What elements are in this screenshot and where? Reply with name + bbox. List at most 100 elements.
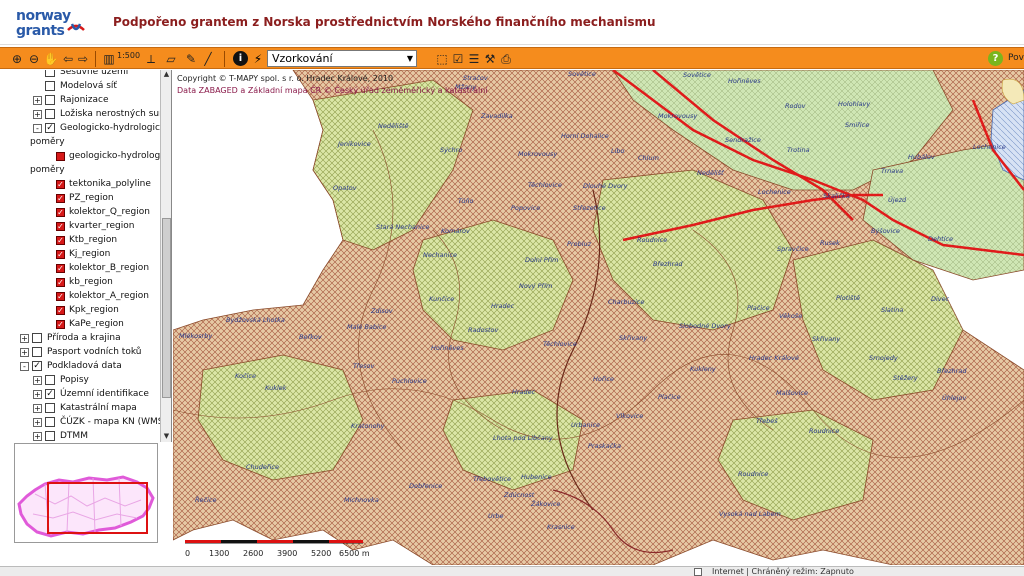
layer-item[interactable]: + Pasport vodních toků <box>20 345 141 359</box>
expand-icon[interactable]: + <box>33 417 42 427</box>
layer-item[interactable]: + Ložiska nerostných surovin <box>33 107 160 121</box>
zoom-in-icon[interactable]: ⊕ <box>9 51 25 67</box>
eraser-icon[interactable]: ╱ <box>200 51 216 67</box>
scrollbar-thumb[interactable] <box>162 218 171 398</box>
zoom-out-icon[interactable]: ⊖ <box>26 51 42 67</box>
scroll-down-icon[interactable]: ▼ <box>162 432 171 442</box>
layer-label: Modelová síť <box>60 81 117 91</box>
layer-item[interactable]: ✓ PZ_region <box>56 191 114 205</box>
layer-swatch-icon[interactable]: ✓ <box>56 263 65 273</box>
lightning-icon[interactable]: ⚡ <box>250 51 266 67</box>
layer-checkbox[interactable] <box>45 81 55 91</box>
layer-checkbox[interactable]: ✓ <box>45 123 55 133</box>
layer-item[interactable]: ✓ kolektor_B_region <box>56 261 149 275</box>
toolbar-separator <box>95 51 96 67</box>
layer-item[interactable]: - ✓ Geologicko-hydrologické <box>33 121 160 135</box>
overview-map[interactable] <box>14 443 158 543</box>
layer-swatch-icon[interactable]: ✓ <box>56 249 65 259</box>
expand-icon[interactable]: + <box>33 389 42 399</box>
expand-icon[interactable]: + <box>33 403 42 413</box>
layer-checkbox[interactable] <box>45 70 55 77</box>
pan-icon[interactable]: ✋ <box>43 51 59 67</box>
info-icon[interactable]: i <box>233 51 248 66</box>
expand-icon[interactable]: + <box>33 375 42 385</box>
layer-swatch-icon[interactable] <box>56 151 65 161</box>
layer-swatch-icon[interactable]: ✓ <box>56 207 65 217</box>
layer-item[interactable]: - ✓ Podkladová data <box>20 359 122 373</box>
layer-item[interactable]: ✓ KaPe_region <box>56 317 124 331</box>
tool-icon[interactable]: ⚒ <box>482 51 498 67</box>
place-label: Kratonohy <box>351 422 385 430</box>
help-icon[interactable]: ? <box>988 51 1003 66</box>
expand-icon[interactable]: + <box>20 347 29 357</box>
layer-checkbox[interactable] <box>32 347 42 357</box>
expand-icon[interactable]: + <box>33 431 42 441</box>
layer-item[interactable]: ✓ kolektor_A_region <box>56 289 149 303</box>
layer-item[interactable]: + DTMM <box>33 429 88 442</box>
measure-area-icon[interactable]: ⏥ <box>163 51 179 67</box>
layer-checkbox[interactable] <box>45 375 55 385</box>
layer-panel-scrollbar[interactable]: ▲ ▼ <box>160 70 171 442</box>
layer-checkbox[interactable] <box>45 109 55 119</box>
layer-swatch-icon[interactable]: ✓ <box>56 221 65 231</box>
layer-swatch-icon[interactable]: ✓ <box>56 179 65 189</box>
place-label: Kuklek <box>265 384 287 392</box>
layer-select[interactable]: Vzorkování ▼ <box>267 50 417 67</box>
measure-icon[interactable]: ⟂ <box>143 51 159 67</box>
layer-swatch-icon[interactable]: ✓ <box>56 291 65 301</box>
layer-checkbox[interactable] <box>45 431 55 441</box>
layer-swatch-icon[interactable]: ✓ <box>56 235 65 245</box>
layer-item[interactable]: + Rajonizace <box>33 93 109 107</box>
collapse-icon[interactable]: - <box>20 361 29 371</box>
layer-item[interactable]: + ✓ Územní identifikace <box>33 387 149 401</box>
scale-label: 1300 <box>209 549 229 558</box>
map-canvas[interactable]: Stračov Sovětice Sovětice Hořiněves Mžany Zav… <box>173 70 1024 565</box>
forward-icon[interactable]: ⇨ <box>75 51 91 67</box>
collapse-icon[interactable]: - <box>33 123 42 133</box>
layer-item[interactable]: Sesuvné území <box>33 70 128 79</box>
layer-item[interactable]: ✓ Ktb_region <box>56 233 117 247</box>
layer-swatch-icon[interactable]: ✓ <box>56 319 65 329</box>
pencil-icon[interactable]: ✎ <box>183 51 199 67</box>
layer-item[interactable]: + Příroda a krajina <box>20 331 121 345</box>
layer-item[interactable]: Modelová síť <box>33 79 117 93</box>
layer-item[interactable]: ✓ kvarter_region <box>56 219 134 233</box>
help-label[interactable]: Pov <box>1008 53 1024 63</box>
expand-icon[interactable]: + <box>33 95 42 105</box>
expand-icon[interactable]: + <box>33 109 42 119</box>
layer-item[interactable]: geologicko-hydrologi <box>56 149 160 163</box>
layer-checkbox[interactable] <box>32 333 42 343</box>
layer-checkbox[interactable] <box>45 417 55 427</box>
layer-swatch-icon[interactable]: ✓ <box>56 193 65 203</box>
select-icon[interactable]: ⬚ <box>434 51 450 67</box>
layer-checkbox[interactable] <box>45 95 55 105</box>
layer-item[interactable]: ✓ Kpk_region <box>56 303 119 317</box>
layer-swatch-icon[interactable]: ✓ <box>56 277 65 287</box>
norway-grants-logo[interactable]: norway grants <box>10 6 86 42</box>
layer-item[interactable]: + Popisy <box>33 373 89 387</box>
layer-item[interactable]: poměry <box>30 135 65 149</box>
layer-item[interactable]: ✓ kb_region <box>56 275 113 289</box>
checkbox-icon[interactable]: ☑ <box>450 51 466 67</box>
scroll-up-icon[interactable]: ▲ <box>162 70 171 80</box>
layer-checkbox[interactable]: ✓ <box>45 389 55 399</box>
layer-checkbox[interactable]: ✓ <box>32 361 42 371</box>
back-icon[interactable]: ⇦ <box>60 51 76 67</box>
place-label: Plačice <box>747 304 770 312</box>
geology-map-layer[interactable]: Stračov Sovětice SověticeHořiněvesMžanyZav… <box>173 70 1024 565</box>
status-checkbox[interactable] <box>694 568 702 576</box>
layer-item[interactable]: + ČÚZK - mapa KN (WMS) <box>33 415 160 429</box>
printer-icon[interactable]: ⎙ <box>498 51 514 67</box>
layer-item[interactable]: ✓ Kj_region <box>56 247 110 261</box>
layer-item[interactable]: + Katastrální mapa <box>33 401 137 415</box>
layer-item[interactable]: poměry <box>30 163 65 177</box>
expand-icon[interactable]: + <box>20 333 29 343</box>
layer-item[interactable]: ✓ kolektor_Q_region <box>56 205 150 219</box>
layer-swatch-icon[interactable]: ✓ <box>56 305 65 315</box>
place-label: Puchlovice <box>392 377 427 385</box>
layer-item[interactable]: ✓ tektonika_polyline <box>56 177 151 191</box>
legend-icon[interactable]: ☰ <box>466 51 482 67</box>
scale-button[interactable]: 1:500 <box>117 51 140 60</box>
print-scale-icon[interactable]: ▥ <box>101 51 117 67</box>
layer-checkbox[interactable] <box>45 403 55 413</box>
